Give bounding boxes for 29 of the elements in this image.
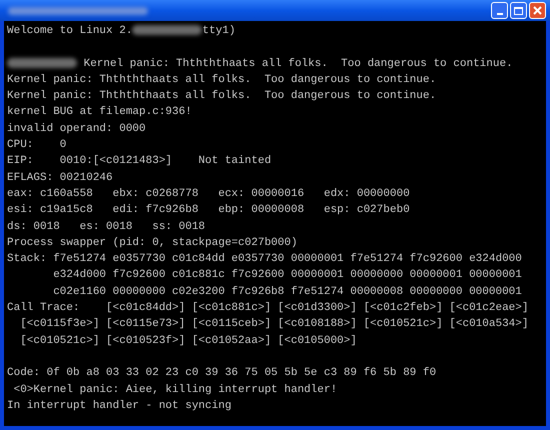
console-text: CPU: 0	[7, 139, 66, 152]
console-text: Code: 0f 0b a8 03 33 02 23 c0 39 36 75 05 5b 5e c3 89 f6 5b 89 f0	[7, 367, 436, 380]
maximize-button[interactable]	[510, 2, 527, 19]
console-text: eax: c160a558 ebx: c0268778 ecx: 00000016 edx: 00000000	[7, 188, 410, 200]
console-text: invalid operand: 0000	[7, 122, 146, 135]
console-text: tty1)	[202, 25, 236, 37]
console-text: kernel BUG at filemap.c:936!	[7, 106, 192, 118]
minimize-button[interactable]	[491, 2, 508, 19]
console-text: Stack: f7e51274 e0357730 c01c84dd e0357730 00000001 f7e51274 f7c92600 e324d000	[7, 253, 522, 266]
console-text: Kernel panic: Ththththaats all folks. Too dangerous to continue.	[7, 74, 436, 86]
console-text: [<c0115f3e>] [<c0115e73>] [<c0115ceb>] [<c0108188>] [<c010521c>] [<c010a534>]	[19, 318, 528, 330]
console-text: <0>Kernel panic: Aiee, killing interrupt handler!	[12, 384, 338, 396]
console-text: Welcome to Linux 2.	[7, 25, 132, 37]
console-text: EIP: 0010:[<c0121483>] Not tainted	[7, 155, 272, 168]
console-text: Kernel panic: Ththththaats all folks. Too dangerous to continue.	[7, 90, 436, 102]
console-text: Kernel panic: Ththththaats all folks. Too dangerous to continue.	[82, 58, 513, 70]
console-text: c02e1160 00000000 c02e3200 f7c926b8 f7e51274 00000008 00000000 00000001	[52, 286, 522, 298]
close-icon	[533, 6, 542, 15]
console-text: ds: 0018 es: 0018 ss: 0018	[7, 220, 206, 233]
close-button[interactable]	[529, 2, 546, 19]
console-text: esi: c19a15c8 edi: f7c926b8 ebp: 00000008 esp: c027beb0	[7, 204, 410, 216]
console-text: EFLAGS: 00210246	[7, 172, 113, 184]
blurred-text	[132, 25, 202, 36]
console-text: Call Trace: [<c01c84dd>] [<c01c881c>] [<c01d3300>] [<c01c2feb>] [<c01c2eae>]	[7, 302, 528, 314]
blurred-text	[7, 58, 77, 68]
console-text: e324d000 f7c92600 c01c881c f7c92600 00000001 00000000 00000001 00000001	[52, 269, 522, 282]
console-text: Process swapper (pid: 0, stackpage=c027b000)	[7, 236, 298, 249]
console-text: [<c010521c>] [<c010523f>] [<c01052aa>] [<c0105000>]	[19, 334, 357, 347]
console-text: In interrupt handler - not syncing	[7, 400, 232, 412]
